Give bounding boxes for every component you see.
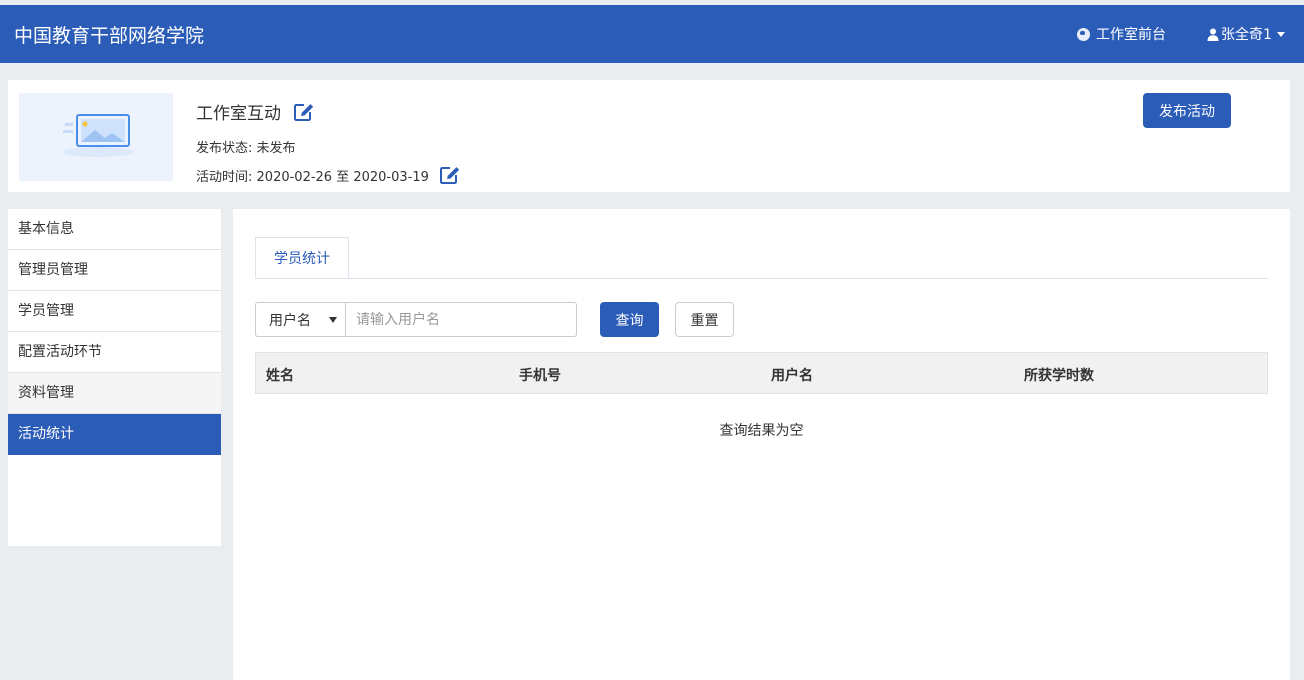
publish-status-value: 未发布 bbox=[256, 141, 296, 156]
main-panel: 学员统计 用户名 查询 重置 姓名 手机号 用户名 所获学时数 查询结果为空 bbox=[233, 209, 1290, 680]
globe-icon bbox=[1077, 27, 1090, 41]
user-menu[interactable]: 张全奇1 bbox=[1207, 24, 1285, 44]
sidebar-item-materials[interactable]: 资料管理 bbox=[8, 373, 221, 414]
reset-button[interactable]: 重置 bbox=[675, 302, 734, 337]
tab-bar: 学员统计 bbox=[255, 237, 1268, 279]
activity-thumbnail bbox=[19, 93, 173, 181]
user-icon bbox=[1207, 28, 1219, 41]
studio-front-label: 工作室前台 bbox=[1096, 27, 1166, 43]
sidebar-item-admin-management[interactable]: 管理员管理 bbox=[8, 250, 221, 291]
publish-activity-button[interactable]: 发布活动 bbox=[1143, 93, 1231, 128]
column-header-phone: 手机号 bbox=[519, 368, 561, 384]
column-header-name: 姓名 bbox=[266, 368, 294, 384]
edit-icon[interactable] bbox=[293, 102, 315, 122]
top-navbar: 中国教育干部网络学院 工作室前台 张全奇1 bbox=[0, 5, 1304, 63]
search-field-value: 用户名 bbox=[269, 312, 311, 329]
edit-time-icon[interactable] bbox=[439, 165, 461, 185]
sidebar-item-basic-info[interactable]: 基本信息 bbox=[8, 209, 221, 250]
publish-status-label: 发布状态: bbox=[196, 141, 253, 156]
tab-student-statistics[interactable]: 学员统计 bbox=[255, 237, 349, 278]
activity-time-label: 活动时间: bbox=[196, 169, 253, 185]
user-name: 张全奇1 bbox=[1221, 27, 1272, 43]
sidebar: 基本信息 管理员管理 学员管理 配置活动环节 资料管理 活动统计 bbox=[8, 209, 221, 546]
publish-status: 发布状态: 未发布 bbox=[196, 137, 296, 156]
search-bar: 用户名 查询 重置 bbox=[255, 302, 734, 337]
sidebar-item-statistics[interactable]: 活动统计 bbox=[8, 414, 221, 455]
sidebar-item-student-management[interactable]: 学员管理 bbox=[8, 291, 221, 332]
activity-title-row: 工作室互动 bbox=[196, 99, 315, 124]
activity-title: 工作室互动 bbox=[196, 104, 281, 124]
search-field-select[interactable]: 用户名 bbox=[255, 302, 345, 337]
activity-time: 活动时间: 2020-02-26 至 2020-03-19 bbox=[196, 165, 461, 185]
query-button[interactable]: 查询 bbox=[600, 302, 659, 337]
column-header-username: 用户名 bbox=[771, 368, 813, 384]
studio-front-link[interactable]: 工作室前台 bbox=[1077, 24, 1166, 44]
chevron-down-icon bbox=[329, 316, 337, 323]
image-placeholder-icon bbox=[62, 114, 134, 157]
activity-time-value: 2020-02-26 至 2020-03-19 bbox=[256, 169, 429, 185]
activity-info-card: 工作室互动 发布状态: 未发布 活动时间: 2020-02-26 至 2020-… bbox=[8, 80, 1290, 192]
search-input[interactable] bbox=[345, 302, 577, 337]
empty-result-message: 查询结果为空 bbox=[719, 423, 804, 439]
column-header-hours: 所获学时数 bbox=[1024, 368, 1094, 384]
table-header: 姓名 手机号 用户名 所获学时数 bbox=[255, 352, 1268, 394]
sidebar-item-activity-stages[interactable]: 配置活动环节 bbox=[8, 332, 221, 373]
chevron-down-icon bbox=[1276, 31, 1285, 37]
site-brand[interactable]: 中国教育干部网络学院 bbox=[14, 21, 204, 48]
